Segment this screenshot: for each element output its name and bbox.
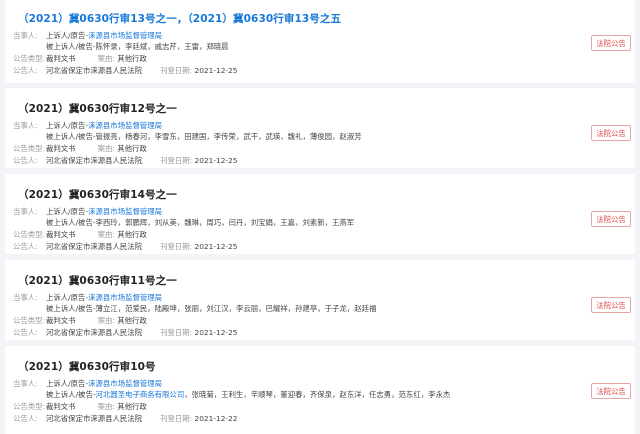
appellant-label: 上诉人/原告-: [46, 31, 89, 40]
notifier-value: 河北省保定市涞源县人民法院: [46, 156, 143, 165]
type-label: 公告类型:: [13, 54, 46, 63]
date-value: 2021-12-25: [194, 242, 238, 251]
notice-card: （2021）冀0630行审10号 当事人: 上诉人/原告-涞源县市场监督管理局 被…: [5, 346, 635, 434]
appellant-link[interactable]: 涞源县市场监督管理局: [88, 31, 162, 40]
notice-title-link[interactable]: （2021）冀0630行审14号之一: [18, 187, 177, 202]
appellant-link[interactable]: 涞源县市场监督管理局: [88, 379, 162, 388]
cause-value: 其他行政: [117, 402, 147, 411]
cause-value: 其他行政: [117, 54, 147, 63]
notice-card: （2021）冀0630行审11号之一 当事人: 上诉人/原告-涞源县市场监督管理局…: [5, 260, 635, 340]
appellee-row: 被上诉人/被告-河北圆圣电子商务有限公司，张晓菊，王利生，辛顺琴，董迎春，齐保泉…: [13, 389, 450, 401]
appellee-names: 李西玲，郭鹏辉，刘从美，魏琳，周巧，闫丹，刘宝娟，王嘉，刘素新，王燕军: [95, 218, 355, 227]
notice-title-link[interactable]: （2021）冀0630行审10号: [18, 359, 156, 374]
notifier-value: 河北省保定市涞源县人民法院: [46, 242, 143, 251]
notice-card: （2021）冀0630行审12号之一 当事人: 上诉人/原告-涞源县市场监督管理局…: [5, 88, 635, 168]
cause-value: 其他行政: [117, 144, 147, 153]
appellee-row: 被上诉人/被告-李西玲，郭鹏辉，刘从美，魏琳，周巧，闫丹，刘宝娟，王嘉，刘素新，…: [13, 217, 354, 229]
type-label: 公告类型:: [13, 402, 46, 411]
appellant-label: 上诉人/原告-: [46, 121, 89, 130]
type-label: 公告类型:: [13, 316, 46, 325]
court-notice-button[interactable]: 法院公告: [591, 211, 631, 227]
notifier-row: 公告人: 河北省保定市涞源县人民法院 刊登日期: 2021-12-25: [13, 327, 237, 339]
appellee-row: 被上诉人/被告-薄立江，范爱民，陆殿坤，张丽，刘江汉，李云丽，巴耀祥，孙建亭，于…: [13, 303, 376, 315]
appellee-names: ，张晓菊，王利生，辛顺琴，董迎春，齐保泉，赵东洋，任志勇，范东红，李永杰: [184, 390, 451, 399]
date-label: 刊登日期:: [160, 156, 193, 165]
notifier-label: 公告人:: [13, 414, 38, 423]
type-row: 公告类型:裁判文书 案由: 其他行政: [13, 143, 147, 155]
cause-value: 其他行政: [117, 316, 147, 325]
appellant-link[interactable]: 涞源县市场监督管理局: [88, 293, 162, 302]
cause-label: 案由:: [97, 402, 115, 411]
date-label: 刊登日期:: [160, 66, 193, 75]
appellant-label: 上诉人/原告-: [46, 207, 89, 216]
date-value: 2021-12-25: [194, 66, 238, 75]
court-notice-button[interactable]: 法院公告: [591, 383, 631, 399]
date-value: 2021-12-22: [194, 414, 238, 423]
type-value: 裁判文书: [46, 144, 76, 153]
appellee-label: 被上诉人/被告-: [46, 390, 96, 399]
date-label: 刊登日期:: [160, 414, 193, 423]
cause-label: 案由:: [97, 54, 115, 63]
notice-title-link[interactable]: （2021）冀0630行审11号之一: [18, 273, 177, 288]
type-label: 公告类型:: [13, 144, 46, 153]
appellant-label: 上诉人/原告-: [46, 293, 89, 302]
appellee-row: 被上诉人/被告-陈怀录，李廷斌，戚志芹，王雷，郑晓晨: [13, 41, 229, 53]
date-value: 2021-12-25: [194, 156, 238, 165]
appellee-names: 陈怀录，李廷斌，戚志芹，王雷，郑晓晨: [95, 42, 229, 51]
notice-card: （2021）冀0630行审13号之一，（2021）冀0630行审13号之五 当事…: [5, 0, 635, 83]
notifier-value: 河北省保定市涞源县人民法院: [46, 66, 143, 75]
notice-card: （2021）冀0630行审14号之一 当事人: 上诉人/原告-涞源县市场监督管理局…: [5, 174, 635, 254]
appellee-label: 被上诉人/被告-: [46, 132, 96, 141]
appellant-label: 上诉人/原告-: [46, 379, 89, 388]
notifier-label: 公告人:: [13, 328, 38, 337]
date-label: 刊登日期:: [160, 242, 193, 251]
type-row: 公告类型:裁判文书 案由: 其他行政: [13, 315, 147, 327]
appellee-label: 被上诉人/被告-: [46, 42, 96, 51]
type-value: 裁判文书: [46, 402, 76, 411]
notifier-value: 河北省保定市涞源县人民法院: [46, 414, 143, 423]
notifier-label: 公告人:: [13, 156, 38, 165]
type-row: 公告类型:裁判文书 案由: 其他行政: [13, 53, 147, 65]
appellee-label: 被上诉人/被告-: [46, 218, 96, 227]
cause-label: 案由:: [97, 144, 115, 153]
court-notice-button[interactable]: 法院公告: [591, 35, 631, 51]
notice-list: （2021）冀0630行审13号之一，（2021）冀0630行审13号之五 当事…: [0, 0, 640, 434]
type-row: 公告类型:裁判文书 案由: 其他行政: [13, 401, 147, 413]
appellee-row: 被上诉人/被告-管振亮，杨春河，李雪东，田建国，李传荣，武干，武瑛，魏礼，薄俊园…: [13, 131, 362, 143]
notifier-row: 公告人: 河北省保定市涞源县人民法院 刊登日期: 2021-12-25: [13, 65, 237, 77]
date-label: 刊登日期:: [160, 328, 193, 337]
notifier-row: 公告人: 河北省保定市涞源县人民法院 刊登日期: 2021-12-25: [13, 241, 237, 253]
notifier-row: 公告人: 河北省保定市涞源县人民法院 刊登日期: 2021-12-22: [13, 413, 237, 425]
court-notice-button[interactable]: 法院公告: [591, 297, 631, 313]
appellant-link[interactable]: 涞源县市场监督管理局: [88, 207, 162, 216]
notifier-value: 河北省保定市涞源县人民法院: [46, 328, 143, 337]
type-label: 公告类型:: [13, 230, 46, 239]
notifier-label: 公告人:: [13, 242, 38, 251]
type-value: 裁判文书: [46, 54, 76, 63]
court-notice-button[interactable]: 法院公告: [591, 125, 631, 141]
cause-label: 案由:: [97, 316, 115, 325]
notice-title-link[interactable]: （2021）冀0630行审13号之一，（2021）冀0630行审13号之五: [18, 11, 341, 26]
appellant-link[interactable]: 涞源县市场监督管理局: [88, 121, 162, 130]
cause-value: 其他行政: [117, 230, 147, 239]
notifier-label: 公告人:: [13, 66, 38, 75]
date-value: 2021-12-25: [194, 328, 238, 337]
appellee-company-link[interactable]: 河北圆圣电子商务有限公司: [96, 390, 185, 399]
type-row: 公告类型:裁判文书 案由: 其他行政: [13, 229, 147, 241]
appellee-names: 薄立江，范爱民，陆殿坤，张丽，刘江汉，李云丽，巴耀祥，孙建亭，于子龙，赵廷福: [95, 304, 377, 313]
notice-title-link[interactable]: （2021）冀0630行审12号之一: [18, 101, 177, 116]
notifier-row: 公告人: 河北省保定市涞源县人民法院 刊登日期: 2021-12-25: [13, 155, 237, 167]
type-value: 裁判文书: [46, 230, 76, 239]
cause-label: 案由:: [97, 230, 115, 239]
type-value: 裁判文书: [46, 316, 76, 325]
appellee-label: 被上诉人/被告-: [46, 304, 96, 313]
appellee-names: 管振亮，杨春河，李雪东，田建国，李传荣，武干，武瑛，魏礼，薄俊园，赵淑芳: [95, 132, 362, 141]
